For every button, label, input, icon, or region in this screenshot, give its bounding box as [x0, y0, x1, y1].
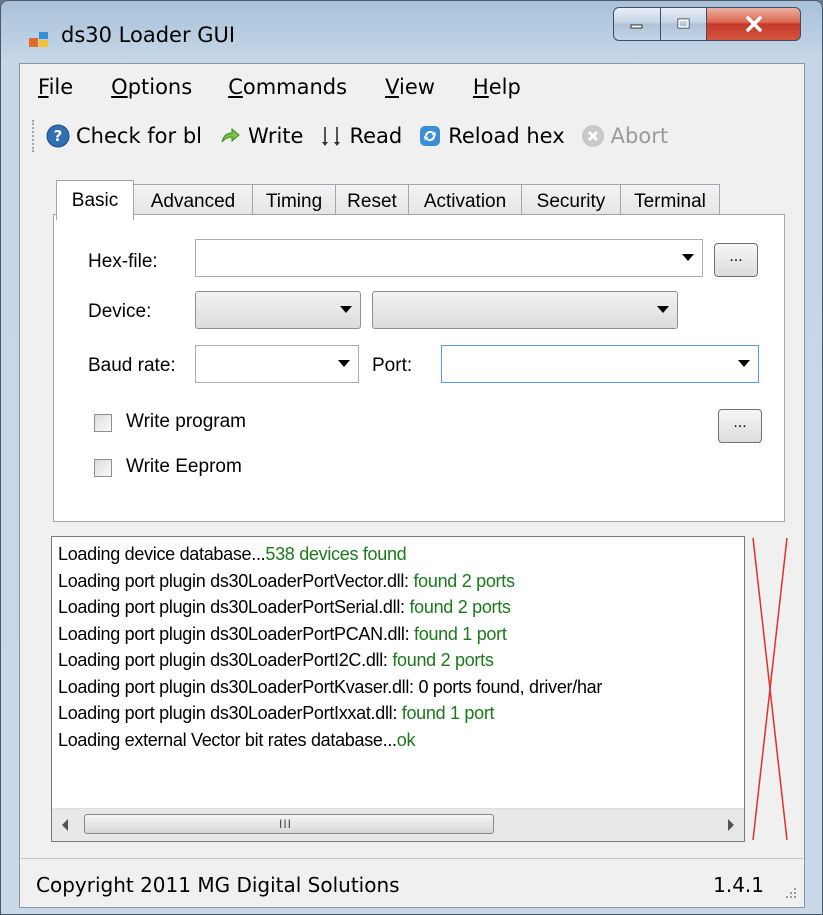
log-line: Loading external Vector bit rates databa… — [58, 729, 416, 750]
chevron-down-icon — [682, 254, 694, 261]
hexfile-label: Hex-file: — [88, 251, 158, 272]
version-text: 1.4.1 — [713, 873, 764, 897]
tab-security[interactable]: Security — [521, 184, 621, 218]
tab-reset[interactable]: Reset — [335, 184, 409, 218]
close-icon — [745, 16, 762, 32]
device-label: Device: — [88, 301, 152, 322]
tab-timing[interactable]: Timing — [252, 184, 336, 218]
baud-rate-combo[interactable] — [195, 345, 359, 384]
program-options-button[interactable]: ... — [718, 409, 762, 443]
menu-file[interactable]: File — [38, 75, 73, 99]
log-line: Loading port plugin ds30LoaderPortSerial… — [58, 597, 511, 617]
close-button[interactable] — [707, 7, 801, 41]
reload-hex-button[interactable]: Reload hex — [418, 124, 565, 148]
horizontal-scrollbar[interactable]: III — [52, 808, 744, 841]
read-icon — [319, 124, 343, 148]
scroll-right-icon[interactable] — [728, 819, 734, 831]
tab-terminal[interactable]: Terminal — [620, 184, 720, 218]
client-area: File Options Commands View Help ? Check … — [19, 63, 805, 908]
port-combo[interactable] — [441, 345, 759, 384]
log-line: Loading port plugin ds30LoaderPortKvaser… — [58, 676, 603, 697]
menu-help[interactable]: Help — [473, 75, 521, 99]
port-label: Port: — [372, 355, 413, 376]
menu-options[interactable]: Options — [111, 75, 192, 99]
resize-grip-icon[interactable] — [782, 884, 798, 900]
tab-strip: Basic Advanced Timing Reset Activation S… — [56, 180, 720, 220]
device-family-select[interactable] — [195, 291, 361, 329]
scroll-left-icon[interactable] — [62, 819, 68, 831]
baud-rate-label: Baud rate: — [88, 355, 176, 376]
hexfile-browse-button[interactable]: ... — [714, 243, 758, 277]
write-eeprom-label[interactable]: Write Eeprom — [126, 456, 242, 478]
write-program-checkbox[interactable] — [94, 414, 112, 432]
help-circle-icon: ? — [46, 124, 70, 148]
menu-bar: File Options Commands View Help — [20, 64, 804, 110]
basic-tab-panel: Hex-file: ... Device: Baud rate: Port: W… — [53, 214, 785, 522]
maximize-button[interactable] — [661, 7, 707, 41]
port-input[interactable] — [442, 346, 703, 384]
hexfile-input[interactable] — [196, 240, 609, 278]
window-title: ds30 Loader GUI — [61, 23, 236, 47]
minimize-icon — [630, 24, 643, 29]
chevron-down-icon — [738, 360, 750, 367]
image-placeholder-cross — [752, 537, 788, 841]
write-button[interactable]: Write — [218, 124, 303, 148]
device-model-select[interactable] — [372, 291, 678, 329]
tab-advanced[interactable]: Advanced — [133, 184, 253, 218]
title-bar[interactable]: ds30 Loader GUI — [1, 1, 822, 59]
abort-button[interactable]: Abort — [581, 124, 668, 148]
svg-text:?: ? — [54, 127, 63, 145]
chevron-down-icon — [657, 306, 669, 313]
chevron-down-icon — [340, 306, 352, 313]
log-line: Loading device database...538 devices fo… — [58, 544, 407, 564]
log-line: Loading port plugin ds30LoaderPortI2C.dl… — [58, 650, 494, 670]
main-window: ds30 Loader GUI File Options Commands Vi… — [0, 0, 823, 915]
log-lines: Loading device database...538 devices fo… — [58, 541, 602, 753]
maximize-icon — [677, 18, 689, 29]
status-bar: Copyright 2011 MG Digital Solutions 1.4.… — [20, 858, 804, 908]
write-eeprom-checkbox[interactable] — [94, 459, 112, 477]
toolbar: ? Check for bl Write Read Reload hex Abo… — [20, 112, 804, 160]
window-controls — [613, 7, 801, 41]
hexfile-combo[interactable] — [195, 239, 703, 278]
write-arrow-icon — [218, 124, 242, 148]
scroll-thumb[interactable]: III — [84, 814, 494, 834]
reload-icon — [418, 124, 442, 148]
tab-activation[interactable]: Activation — [408, 184, 522, 218]
log-output[interactable]: Loading device database...538 devices fo… — [51, 536, 745, 842]
read-button[interactable]: Read — [319, 124, 402, 148]
log-line: Loading port plugin ds30LoaderPortIxxat.… — [58, 703, 495, 723]
toolbar-grip[interactable] — [32, 120, 38, 152]
log-line: Loading port plugin ds30LoaderPortPCAN.d… — [58, 623, 507, 644]
tab-basic[interactable]: Basic — [56, 180, 134, 220]
write-program-label[interactable]: Write program — [126, 411, 246, 433]
chevron-down-icon — [338, 360, 350, 367]
abort-icon — [581, 124, 605, 148]
menu-commands[interactable]: Commands — [228, 75, 347, 99]
app-window-icon — [29, 32, 48, 47]
baud-rate-input[interactable] — [196, 346, 334, 384]
menu-view[interactable]: View — [385, 75, 435, 99]
minimize-button[interactable] — [613, 7, 661, 41]
check-for-bl-button[interactable]: ? Check for bl — [46, 124, 202, 148]
log-line: Loading port plugin ds30LoaderPortVector… — [58, 570, 515, 591]
copyright-text: Copyright 2011 MG Digital Solutions — [36, 873, 400, 897]
